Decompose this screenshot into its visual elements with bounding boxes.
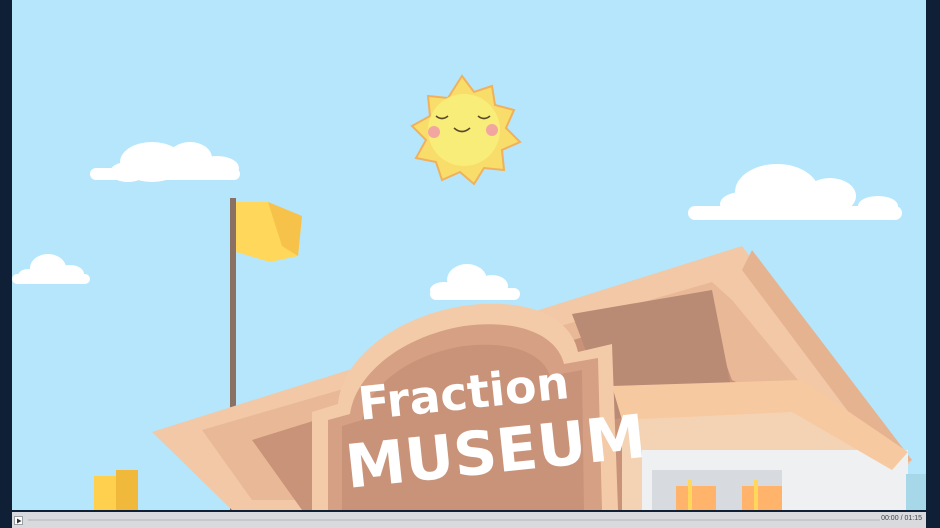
video-viewport[interactable]: Fraction MUSEUM: [12, 0, 926, 510]
play-button[interactable]: [14, 516, 23, 525]
yellow-box: [94, 470, 138, 510]
video-scene: Fraction MUSEUM: [12, 0, 926, 510]
time-separator: /: [900, 515, 903, 522]
player-controls: 00:00 / 01:15: [12, 512, 926, 528]
progress-bar[interactable]: [28, 519, 880, 521]
current-time: 00:00: [881, 515, 899, 522]
player-frame: Fraction MUSEUM 00:00 / 01:15: [0, 0, 940, 528]
duration: 01:15: [904, 515, 922, 522]
time-readout: 00:00 / 01:15: [881, 515, 922, 522]
play-icon: [17, 518, 22, 524]
